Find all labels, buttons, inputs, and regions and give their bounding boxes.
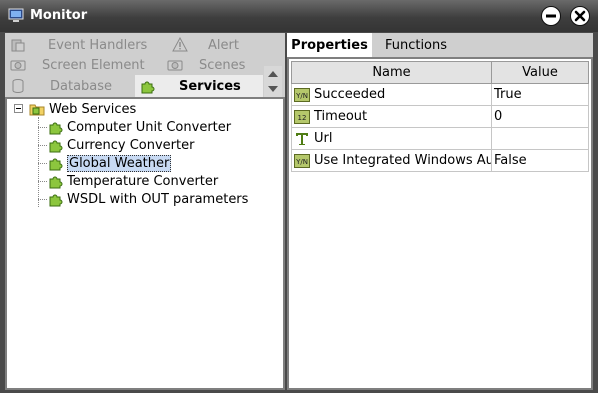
- nav-screen-element[interactable]: Screen Element: [10, 55, 145, 75]
- tab-properties[interactable]: Properties: [287, 33, 372, 57]
- arrow-down-icon: [268, 85, 278, 92]
- properties-panel: Name Value Y/N Succeeded True 12 Timeout…: [287, 57, 593, 390]
- property-name: Succeeded: [314, 87, 386, 102]
- tree-node-label: Temperature Converter: [67, 173, 219, 189]
- folder-icon: [29, 104, 45, 116]
- puzzle-icon: [49, 176, 63, 189]
- nav-label: Screen Element: [42, 57, 145, 73]
- tree-item[interactable]: Temperature Converter: [47, 172, 218, 190]
- property-name: Url: [314, 131, 333, 146]
- close-button[interactable]: [570, 6, 590, 26]
- tree-node-label: Currency Converter: [67, 137, 195, 153]
- minus-icon: [546, 14, 556, 18]
- tree-node-label: Global Weather: [67, 154, 172, 172]
- tab-functions[interactable]: Functions: [376, 33, 456, 57]
- category-navigator: Event Handlers Alert Screen Element Scen…: [5, 33, 285, 97]
- nav-alert[interactable]: Alert: [172, 35, 239, 55]
- puzzle-icon: [49, 194, 63, 207]
- property-value[interactable]: False: [491, 149, 589, 172]
- properties-table: Name Value Y/N Succeeded True 12 Timeout…: [291, 61, 589, 172]
- table-row[interactable]: 12 Timeout 0: [291, 105, 589, 128]
- tree-node-label: WSDL with OUT parameters: [67, 191, 249, 207]
- tree-root-web-services[interactable]: Web Services: [29, 100, 136, 118]
- svg-text:Y/N: Y/N: [295, 92, 308, 100]
- svg-text:Y/N: Y/N: [295, 158, 308, 166]
- puzzle-icon: [141, 81, 155, 94]
- table-row[interactable]: Y/N Succeeded True: [291, 83, 589, 106]
- camera-icon: [167, 60, 183, 71]
- property-value[interactable]: [491, 127, 589, 150]
- boolean-type-icon: Y/N: [294, 153, 310, 168]
- nav-scroll: [264, 66, 282, 97]
- tree-node-label: Computer Unit Converter: [67, 119, 232, 135]
- window-title: Monitor: [30, 8, 88, 23]
- arrow-up-icon: [268, 70, 278, 77]
- close-icon: [574, 10, 586, 22]
- right-panel: Properties Functions Name Value Y/N Succ…: [287, 33, 593, 390]
- tree-item[interactable]: WSDL with OUT parameters: [47, 190, 248, 208]
- property-value[interactable]: True: [491, 83, 589, 106]
- table-row[interactable]: Y/N Use Integrated Windows Au False: [291, 149, 589, 172]
- tree-item-selected[interactable]: Global Weather: [47, 154, 172, 172]
- number-type-icon: 12: [294, 109, 310, 124]
- monitor-window: Monitor Event Handlers Alert Screen Elem…: [0, 0, 598, 393]
- nav-database[interactable]: Database: [10, 76, 112, 96]
- svg-text:12: 12: [298, 114, 307, 122]
- nav-label: Database: [50, 78, 113, 94]
- boolean-type-icon: Y/N: [294, 87, 310, 102]
- event-handlers-icon: [11, 39, 25, 52]
- text-type-icon: [296, 132, 308, 145]
- nav-label: Services: [179, 78, 241, 94]
- title-bar[interactable]: Monitor: [0, 0, 598, 32]
- tree-item[interactable]: Computer Unit Converter: [47, 118, 231, 136]
- services-tree: Web Services Computer Unit Converter Cur…: [5, 97, 285, 390]
- table-header-row: Name Value: [291, 61, 589, 84]
- table-row[interactable]: Url: [291, 127, 589, 150]
- nav-label: Scenes: [199, 57, 246, 73]
- property-value[interactable]: 0: [491, 105, 589, 128]
- scroll-up-button[interactable]: [264, 66, 282, 81]
- alert-icon: [172, 37, 188, 52]
- column-header-value[interactable]: Value: [491, 61, 589, 84]
- puzzle-icon: [49, 158, 63, 171]
- scroll-down-button[interactable]: [264, 81, 282, 96]
- database-icon: [12, 79, 24, 93]
- property-name: Timeout: [314, 109, 368, 124]
- monitor-icon: [8, 8, 24, 22]
- nav-scenes[interactable]: Scenes: [167, 55, 245, 75]
- collapse-toggle[interactable]: [14, 104, 23, 113]
- puzzle-icon: [49, 140, 63, 153]
- left-panel: Event Handlers Alert Screen Element Scen…: [5, 33, 285, 390]
- nav-label: Alert: [208, 37, 239, 53]
- column-header-name[interactable]: Name: [291, 61, 492, 84]
- nav-event-handlers[interactable]: Event Handlers: [10, 35, 147, 55]
- nav-label: Event Handlers: [48, 37, 148, 53]
- puzzle-icon: [49, 122, 63, 135]
- tree-item[interactable]: Currency Converter: [47, 136, 194, 154]
- minimize-button[interactable]: [541, 6, 561, 26]
- camera-icon: [10, 60, 26, 71]
- property-name: Use Integrated Windows Au: [314, 153, 492, 168]
- tab-strip: Properties Functions: [287, 33, 593, 57]
- nav-services[interactable]: Services: [135, 75, 263, 97]
- tree-node-label: Web Services: [49, 101, 137, 117]
